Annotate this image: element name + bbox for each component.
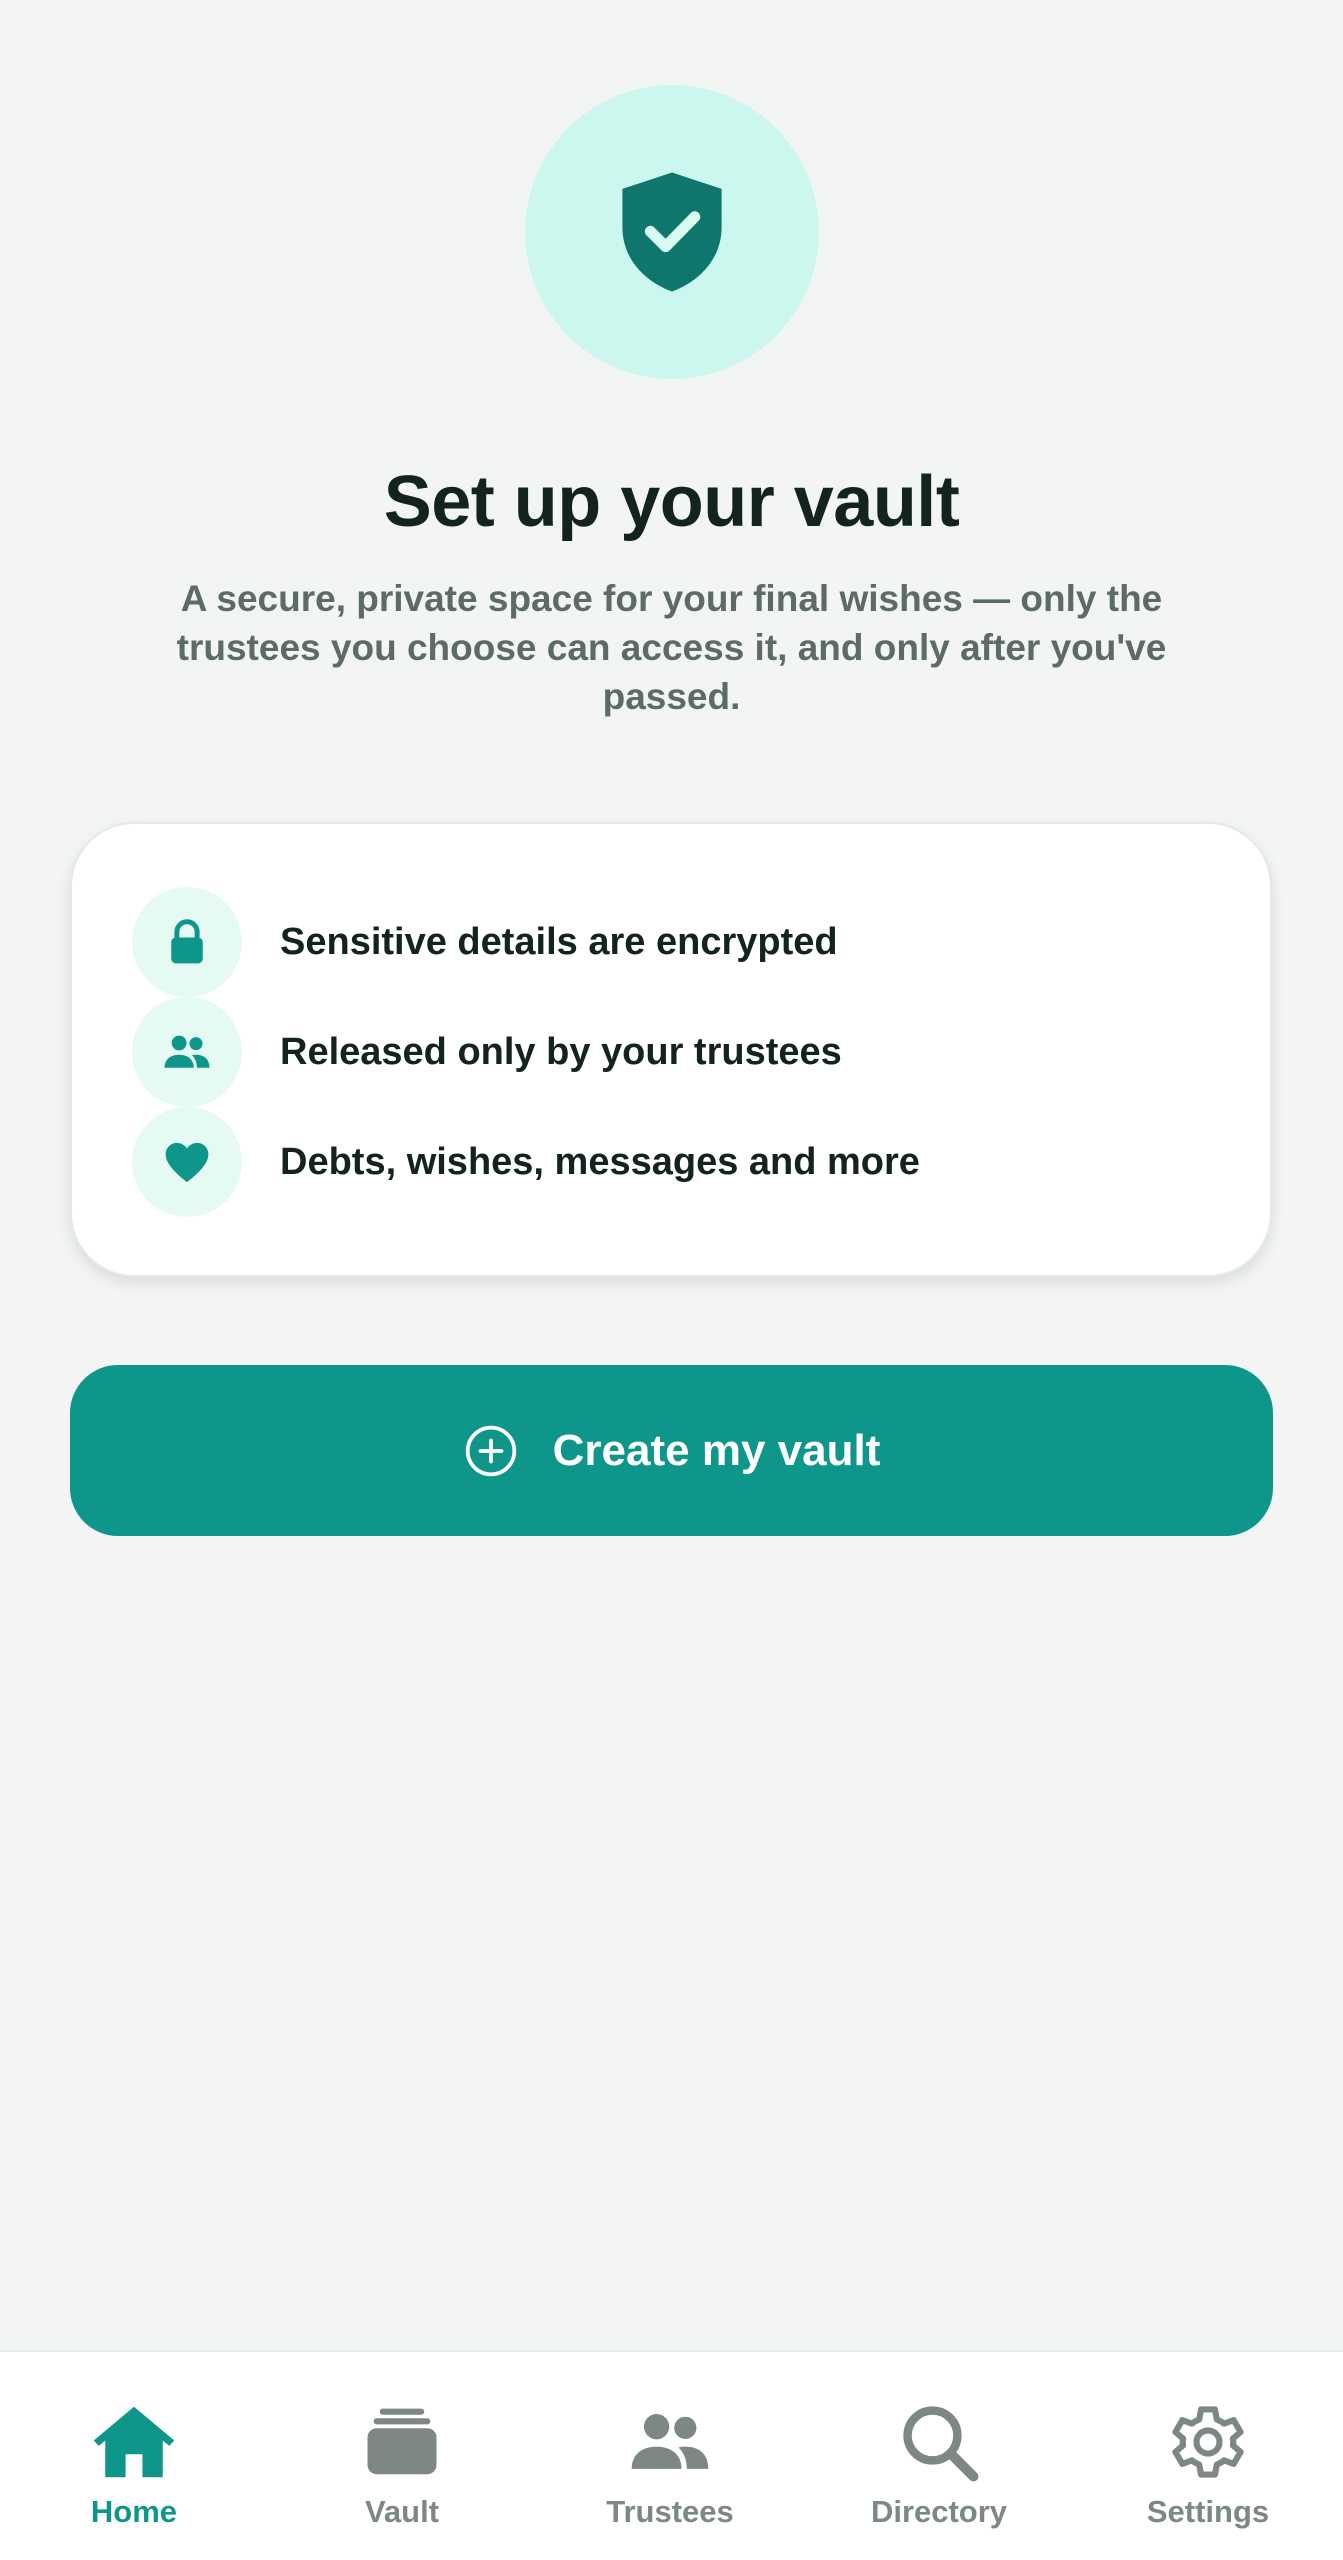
- feature-icon-badge: [132, 997, 242, 1107]
- people-icon: [631, 2414, 709, 2469]
- vault-stack-icon: [367, 2408, 437, 2475]
- hero-badge: [525, 85, 819, 379]
- nav-label: Vault: [364, 2494, 440, 2529]
- bottom-nav: Home Vault Trustees Directory Settings: [0, 2350, 1343, 2560]
- people-icon: [164, 1035, 210, 1068]
- page-subtitle: A secure, private space for your final w…: [176, 578, 1167, 717]
- nav-label: Directory: [870, 2494, 1008, 2529]
- nav-item-home[interactable]: Home: [0, 2352, 268, 2560]
- feature-text: Sensitive details are encrypted: [280, 920, 838, 963]
- nav-item-settings[interactable]: Settings: [1074, 2352, 1342, 2560]
- feature-item-trustees: Released only by your trustees: [132, 997, 842, 1107]
- lock-icon: [171, 919, 203, 964]
- create-vault-label: Create my vault: [552, 1425, 881, 1475]
- plus-circle-icon: [465, 1425, 516, 1476]
- page-title: Set up your vault: [383, 462, 960, 542]
- gear-icon: [1172, 2406, 1244, 2478]
- vault-setup-screen: Set up your vault A secure, private spac…: [0, 0, 1343, 2560]
- feature-text: Released only by your trustees: [280, 1030, 842, 1073]
- feature-icon-badge: [132, 1107, 242, 1217]
- nav-label: Trustees: [606, 2494, 734, 2529]
- nav-label: Home: [90, 2494, 178, 2529]
- home-icon: [93, 2406, 175, 2478]
- feature-item-more: Debts, wishes, messages and more: [132, 1107, 920, 1217]
- feature-item-encrypted: Sensitive details are encrypted: [132, 887, 838, 997]
- nav-label: Settings: [1146, 2494, 1270, 2529]
- create-vault-button[interactable]: Create my vault: [70, 1365, 1273, 1536]
- heart-icon: [165, 1142, 209, 1183]
- feature-text: Debts, wishes, messages and more: [280, 1140, 920, 1183]
- nav-item-trustees[interactable]: Trustees: [536, 2352, 804, 2560]
- shield-check-icon: [622, 172, 722, 292]
- nav-item-directory[interactable]: Directory: [805, 2352, 1073, 2560]
- nav-item-vault[interactable]: Vault: [268, 2352, 536, 2560]
- feature-icon-badge: [132, 887, 242, 997]
- search-icon: [903, 2406, 979, 2482]
- features-card: Sensitive details are encrypted Released…: [70, 822, 1272, 1277]
